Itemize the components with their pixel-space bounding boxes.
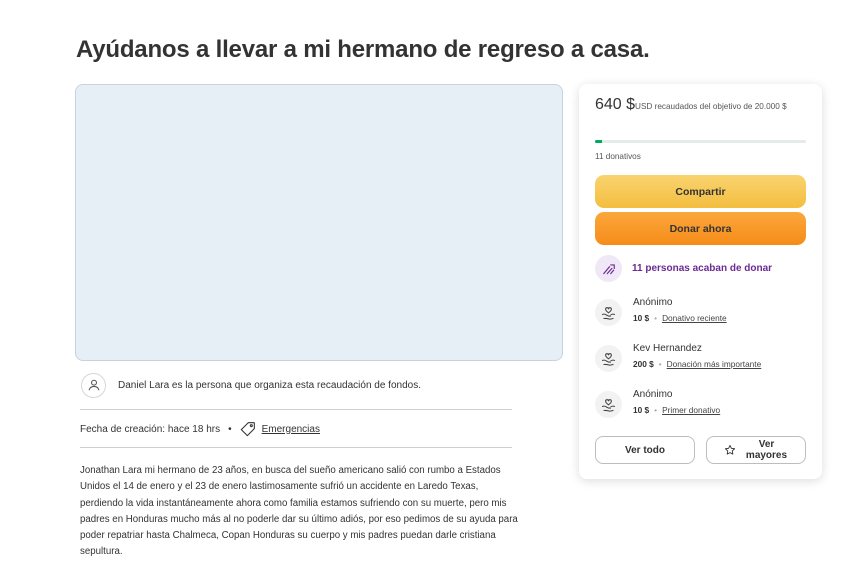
donor-detail: 10 $ • Primer donativo <box>633 404 720 417</box>
donation-card: 640 $USD recaudados del objetivo de 20.0… <box>579 84 822 479</box>
see-top-label: Ver mayores <box>745 439 788 461</box>
progress-bar <box>595 140 806 143</box>
campaign-meta: Fecha de creación: hace 18 hrs • Emergen… <box>80 419 320 439</box>
donor-name: Anónimo <box>633 389 673 400</box>
category-link[interactable]: Emergencias <box>262 424 320 435</box>
raised-goal-text: USD recaudados del objetivo de 20.000 $ <box>635 102 787 111</box>
share-button[interactable]: Compartir <box>595 175 806 208</box>
see-all-button[interactable]: Ver todo <box>595 436 695 464</box>
donor-amount: 200 $ <box>633 359 654 369</box>
donor-name: Kev Hernandez <box>633 343 702 354</box>
donor-item: Anónimo 10 $ • Donativo reciente <box>595 296 727 326</box>
heart-hand-icon <box>595 391 622 418</box>
donor-separator: • <box>658 359 662 369</box>
donor-label-link[interactable]: Primer donativo <box>662 405 720 415</box>
donor-label-link[interactable]: Donativo reciente <box>662 313 727 323</box>
donor-name: Anónimo <box>633 297 673 308</box>
donor-detail: 10 $ • Donativo reciente <box>633 312 727 325</box>
organizer-text: Daniel Lara es la persona que organiza e… <box>118 379 421 391</box>
donor-separator: • <box>654 405 658 415</box>
progress-fill <box>595 140 602 143</box>
created-date: Fecha de creación: hace 18 hrs <box>80 423 221 435</box>
donor-item: Kev Hernandez 200 $ • Donación más importa… <box>595 342 761 372</box>
heart-hand-icon <box>595 299 622 326</box>
star-icon <box>724 444 736 456</box>
meta-separator: • <box>228 423 232 435</box>
recent-donations-text: 11 personas acaban de donar <box>632 263 773 274</box>
donor-detail: 200 $ • Donación más importante <box>633 358 761 371</box>
donor-amount: 10 $ <box>633 313 650 323</box>
donate-button[interactable]: Donar ahora <box>595 212 806 245</box>
raised-amount: 640 $ <box>595 96 636 113</box>
donor-item: Anónimo 10 $ • Primer donativo <box>595 388 720 418</box>
campaign-story: Jonathan Lara mi hermano de 23 años, en … <box>80 465 518 558</box>
heart-hand-icon <box>595 345 622 372</box>
see-top-button[interactable]: Ver mayores <box>706 436 806 464</box>
divider <box>80 447 512 448</box>
divider <box>80 409 512 410</box>
recent-donations-row: 11 personas acaban de donar <box>595 255 772 282</box>
donation-count: 11 donativos <box>595 152 641 161</box>
donor-amount: 10 $ <box>633 405 650 415</box>
user-icon <box>81 372 106 398</box>
donor-separator: • <box>654 313 658 323</box>
tag-icon <box>240 421 256 437</box>
campaign-image[interactable] <box>75 84 563 361</box>
organizer-row: Daniel Lara es la persona que organiza e… <box>80 372 512 398</box>
donor-label-link[interactable]: Donación más importante <box>667 359 762 369</box>
trending-up-icon <box>595 255 622 282</box>
page-title: Ayúdanos a llevar a mi hermano de regres… <box>76 36 650 63</box>
amount-raised: 640 $USD recaudados del objetivo de 20.0… <box>595 96 807 113</box>
